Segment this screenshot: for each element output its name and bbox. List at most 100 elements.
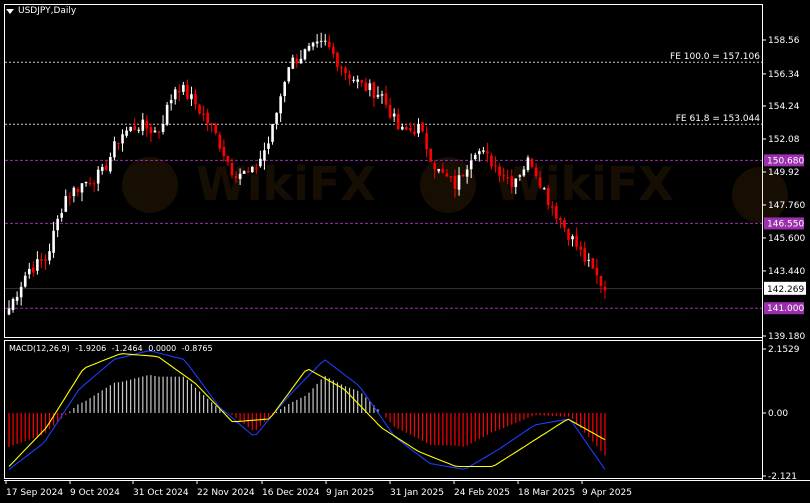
price-tick-label: 147.760: [768, 201, 805, 211]
macd-tick-label: 2.1529: [768, 345, 800, 355]
candle-bear: [340, 67, 343, 69]
candle-bull: [15, 296, 19, 301]
candle-bear: [105, 165, 108, 171]
candle-bull: [323, 40, 327, 42]
date-tick-label: 31 Jan 2025: [390, 488, 444, 498]
candle-bull: [380, 94, 384, 96]
candle-bull: [64, 196, 68, 212]
candle-bull: [121, 134, 124, 144]
candle-bear: [344, 67, 347, 74]
candle-bear: [595, 267, 599, 276]
candle-bear: [32, 267, 35, 273]
candle-bull: [23, 275, 27, 287]
candle-bull: [36, 259, 39, 271]
candle-bear: [449, 176, 453, 178]
candle-bear: [429, 148, 432, 162]
candle-bear: [149, 127, 153, 134]
candle-bear: [579, 246, 582, 250]
candle-bear: [502, 175, 505, 177]
candle-bear: [583, 248, 587, 262]
price-tick-label: 143.440: [768, 267, 805, 277]
candle-bear: [591, 257, 595, 269]
candle-bear: [76, 188, 80, 192]
candle-bear: [441, 168, 445, 173]
candle-bull: [165, 104, 169, 125]
macd-label-value-3: 0.0000: [148, 344, 177, 353]
candle-bear: [202, 113, 205, 115]
candle-bull: [190, 94, 193, 100]
watermark-text-1: WikiFX: [196, 157, 376, 211]
candle-bull: [182, 84, 185, 92]
candle-bull: [315, 41, 319, 44]
candle-bear: [413, 131, 416, 135]
candle-bull: [259, 158, 262, 167]
candle-bear: [246, 171, 250, 173]
candle-bull: [437, 169, 441, 172]
candle-bear: [222, 146, 226, 157]
candle-bear: [530, 158, 534, 168]
candle-bull: [250, 166, 254, 173]
date-tick-label: 9 Apr 2025: [582, 488, 632, 498]
candle-bear: [44, 259, 47, 261]
candle-bull: [7, 308, 11, 315]
date-tick-label: 9 Jan 2025: [326, 488, 374, 498]
candle-bear: [133, 125, 136, 131]
candle-bear: [226, 156, 230, 162]
candle-bull: [482, 150, 485, 152]
candle-bear: [194, 94, 197, 105]
candle-bear: [461, 174, 465, 177]
candle-bear: [88, 183, 92, 185]
candle-bear: [575, 235, 578, 248]
candle-bull: [368, 83, 372, 91]
date-tick-label: 17 Sep 2024: [6, 488, 63, 498]
date-axis-layer: 17 Sep 2024 9 Oct 2024 31 Oct 2024 22 Nov 2…: [5, 480, 632, 498]
candle-bear: [599, 276, 603, 286]
candle-bull: [587, 259, 591, 261]
date-tick-label: 24 Feb 2025: [454, 488, 510, 498]
candle-bear: [117, 143, 120, 145]
macd-label-value-1: -1.9206: [75, 344, 107, 353]
candle-bull: [11, 299, 15, 310]
candle-bear: [538, 177, 542, 188]
candle-bull: [113, 141, 116, 158]
candle-bull: [478, 151, 481, 155]
candle-bear: [234, 176, 238, 178]
candle-bear: [490, 155, 493, 167]
symbol-title[interactable]: USDJPY,Daily: [6, 6, 76, 16]
candle-bull: [141, 119, 145, 131]
candle-bear: [230, 163, 234, 176]
candle-bear: [388, 104, 392, 118]
candle-bear: [255, 167, 258, 169]
candle-bull: [161, 124, 165, 132]
candle-bull: [19, 286, 23, 298]
price-tick-label: 145.600: [768, 234, 805, 244]
candle-bull: [275, 112, 278, 124]
candle-bull: [287, 67, 291, 82]
candle-bear: [348, 74, 351, 79]
candle-bull: [279, 96, 282, 114]
fib-level-label: FE 61.8 = 153.044: [676, 114, 761, 124]
candle-bull: [352, 79, 355, 81]
candle-bear: [214, 124, 218, 133]
candle-bull: [153, 130, 157, 133]
candle-bull: [469, 160, 473, 170]
candle-bull: [72, 187, 76, 197]
candle-bear: [534, 167, 538, 176]
candle-bull: [542, 188, 546, 190]
macd-layer: 2.1529 0.00 -2.121: [8, 345, 800, 482]
candle-bull: [376, 94, 380, 97]
dropdown-triangle-icon[interactable]: [6, 8, 14, 14]
candle-bull: [311, 42, 315, 47]
candle-bear: [486, 151, 489, 154]
candle-bull: [137, 129, 141, 131]
candle-bull: [56, 218, 59, 231]
candle-bull: [356, 79, 359, 82]
candle-bear: [563, 219, 566, 228]
candle-bear: [327, 41, 331, 48]
candle-bear: [177, 90, 181, 93]
date-tick-label: 22 Nov 2024: [197, 488, 255, 498]
candle-bear: [364, 82, 368, 92]
chart-svg: WikiFX WikiFX FE 100.0 = 157.106 FE 61.8 …: [4, 4, 810, 498]
candle-bull: [417, 124, 420, 134]
candle-bull: [392, 113, 396, 117]
